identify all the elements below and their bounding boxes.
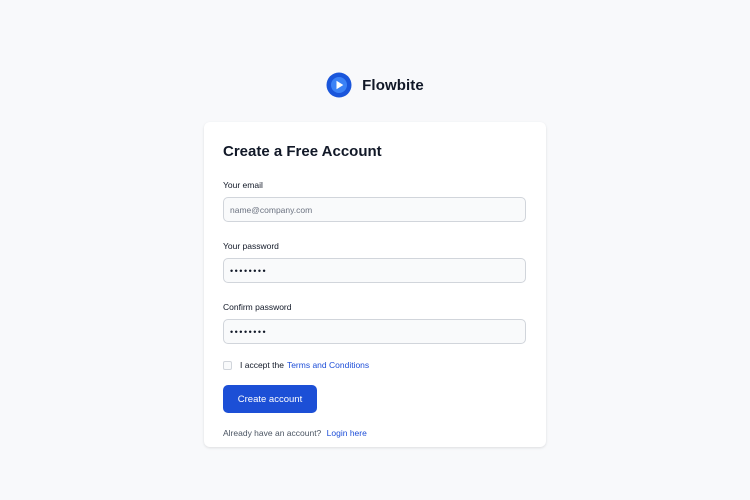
terms-label: I accept the: [240, 360, 284, 370]
email-input[interactable]: [223, 197, 526, 222]
terms-checkbox[interactable]: [223, 360, 232, 370]
confirm-password-input[interactable]: [223, 319, 526, 344]
email-label: Your email: [223, 180, 263, 190]
create-account-button[interactable]: Create account: [223, 385, 317, 413]
login-prompt-row: Already have an account? Login here: [223, 428, 527, 438]
login-prompt-text: Already have an account?: [223, 428, 322, 438]
page-title: Create a Free Account: [223, 143, 382, 160]
brand-name: Flowbite: [362, 76, 424, 94]
terms-link[interactable]: Terms and Conditions: [287, 360, 369, 370]
terms-row: I accept the Terms and Conditions: [223, 359, 527, 371]
flowbite-logo-icon: [326, 72, 352, 98]
confirm-password-label: Confirm password: [223, 302, 292, 312]
signup-card: Create a Free Account Your email Your pa…: [204, 122, 546, 447]
login-link[interactable]: Login here: [327, 428, 367, 438]
brand-header[interactable]: Flowbite: [0, 72, 750, 98]
email-field-group: Your email: [223, 180, 527, 222]
password-label: Your password: [223, 241, 279, 251]
password-input[interactable]: [223, 258, 526, 283]
password-field-group: Your password: [223, 241, 527, 283]
confirm-password-field-group: Confirm password: [223, 302, 527, 344]
